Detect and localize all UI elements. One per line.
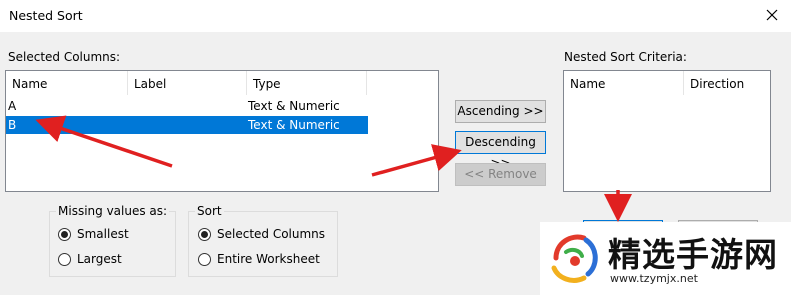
column-header-type[interactable]: Type — [247, 71, 367, 95]
ascending-button[interactable]: Ascending >> — [455, 100, 546, 123]
selected-columns-label: Selected Columns: — [8, 50, 121, 64]
window-title: Nested Sort — [9, 8, 83, 23]
watermark-logo-icon — [551, 234, 598, 283]
watermark-url: www.tzymjx.net — [610, 272, 698, 285]
nested-sort-criteria-label: Nested Sort Criteria: — [564, 50, 687, 64]
radio-entire-worksheet-label: Entire Worksheet — [217, 252, 320, 266]
radio-selected-columns-label: Selected Columns — [217, 227, 326, 241]
title-bar: Nested Sort — [0, 0, 791, 32]
missing-values-title: Missing values as: — [56, 204, 170, 218]
radio-unselected-icon[interactable] — [198, 253, 211, 266]
row-type: Text & Numeric — [248, 118, 340, 132]
remove-button[interactable]: << Remove — [455, 163, 546, 186]
nested-sort-dialog: Nested Sort Selected Columns: Name Label… — [0, 0, 791, 295]
row-type: Text & Numeric — [248, 99, 340, 113]
radio-largest-label: Largest — [77, 252, 122, 266]
close-icon[interactable] — [761, 4, 783, 26]
selected-columns-list[interactable]: Name Label Type A Text & Numeric B Text … — [5, 70, 439, 192]
column-header-label[interactable]: Label — [128, 71, 247, 95]
radio-unselected-icon[interactable] — [58, 253, 71, 266]
table-row-selected[interactable]: B Text & Numeric — [6, 116, 368, 134]
descending-button[interactable]: Descending >> — [455, 131, 546, 170]
missing-values-group: Missing values as: Smallest Largest — [49, 204, 176, 277]
column-header-name[interactable]: Name — [6, 71, 128, 95]
radio-selected-icon[interactable] — [58, 228, 71, 241]
nested-sort-criteria-list[interactable]: Name Direction — [563, 70, 771, 192]
radio-selected-icon[interactable] — [198, 228, 211, 241]
watermark: 精选手游网 www.tzymjx.net — [540, 222, 791, 295]
row-name: A — [8, 99, 17, 113]
watermark-text: 精选手游网 — [608, 235, 778, 274]
table-row[interactable]: A Text & Numeric — [6, 97, 368, 115]
sort-title: Sort — [195, 204, 224, 218]
column-header-direction[interactable]: Direction — [684, 71, 770, 95]
sort-group: Sort Selected Columns Entire Worksheet — [188, 204, 338, 277]
radio-smallest-label: Smallest — [77, 227, 129, 241]
column-header-name[interactable]: Name — [564, 71, 684, 95]
row-name: B — [8, 118, 17, 132]
